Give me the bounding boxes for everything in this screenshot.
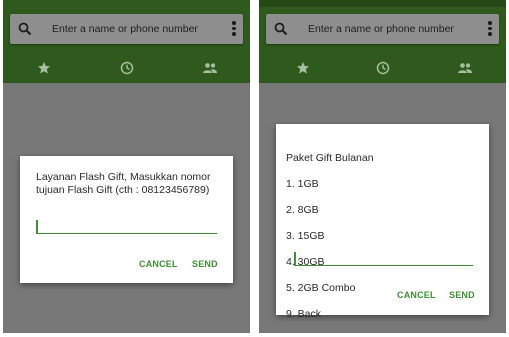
star-icon	[38, 62, 50, 74]
dialog-message: Paket Gift Bulanan 1. 1GB 2. 8GB 3. 15GB…	[286, 139, 481, 333]
contacts-icon	[203, 63, 217, 73]
send-button[interactable]: SEND	[449, 290, 475, 300]
right-phone-screen: Enter a name or phone number Paket Gift …	[259, 0, 506, 333]
status-bar	[259, 0, 506, 7]
app-bar: Enter a name or phone number	[259, 0, 506, 83]
menu-option: 3. 15GB	[286, 230, 325, 242]
tab-favorites[interactable]	[288, 55, 318, 81]
text-cursor	[36, 220, 38, 233]
search-icon[interactable]	[18, 22, 32, 36]
clock-icon	[376, 61, 390, 75]
cancel-button[interactable]: CANCEL	[397, 290, 436, 300]
text-cursor	[294, 252, 296, 265]
search-bar[interactable]: Enter a name or phone number	[10, 14, 243, 44]
ussd-dialog: Layanan Flash Gift, Masukkan nomor tujua…	[20, 156, 233, 283]
tab-recents[interactable]	[368, 55, 398, 81]
menu-option: 2. 8GB	[286, 204, 319, 216]
ussd-reply-input[interactable]	[36, 219, 217, 234]
tab-recents[interactable]	[112, 55, 142, 81]
ussd-dialog: Paket Gift Bulanan 1. 1GB 2. 8GB 3. 15GB…	[276, 124, 489, 320]
app-bar: Enter a name or phone number	[3, 0, 250, 83]
clock-icon	[120, 61, 134, 75]
more-options-icon[interactable]	[231, 21, 237, 37]
cancel-button[interactable]: CANCEL	[139, 259, 178, 269]
tab-favorites[interactable]	[29, 55, 59, 81]
search-input[interactable]: Enter a name or phone number	[308, 14, 454, 44]
more-options-icon[interactable]	[487, 21, 493, 37]
tab-contacts[interactable]	[195, 55, 225, 81]
left-phone-screen: Enter a name or phone number Layanan Fla…	[3, 0, 250, 333]
search-icon[interactable]	[274, 22, 288, 36]
contacts-icon	[458, 63, 472, 73]
ussd-reply-input[interactable]	[294, 251, 473, 266]
star-icon	[297, 62, 309, 74]
dialog-message: Layanan Flash Gift, Masukkan nomor tujua…	[36, 171, 211, 196]
tab-bar	[259, 55, 506, 81]
search-input[interactable]: Enter a name or phone number	[52, 14, 198, 44]
search-bar[interactable]: Enter a name or phone number	[266, 14, 499, 44]
send-button[interactable]: SEND	[192, 259, 218, 269]
tab-contacts[interactable]	[450, 55, 480, 81]
menu-option: 1. 1GB	[286, 178, 319, 190]
menu-option: 9. Back	[286, 308, 322, 320]
dialog-title: Paket Gift Bulanan	[286, 152, 374, 164]
tab-bar	[3, 55, 250, 81]
